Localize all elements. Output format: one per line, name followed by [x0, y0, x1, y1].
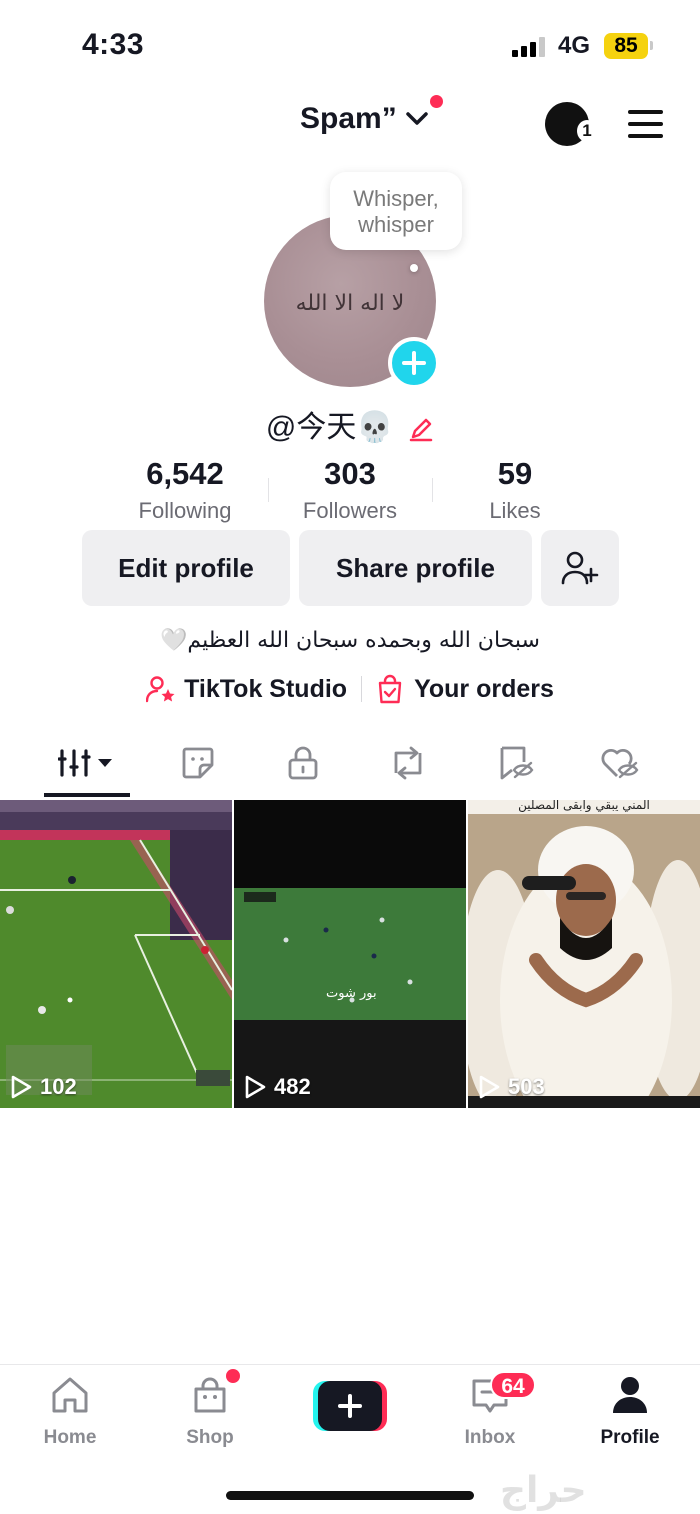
view-count: 503 — [478, 1074, 545, 1100]
tab-private[interactable] — [245, 730, 361, 796]
edit-pen-icon[interactable] — [408, 416, 434, 442]
account-name: Spam” — [300, 102, 397, 135]
home-icon — [52, 1377, 88, 1413]
football-game-thumbnail — [0, 800, 232, 1108]
nav-home-label: Home — [43, 1427, 97, 1448]
tab-favorites[interactable] — [458, 730, 574, 796]
tiktok-studio-link[interactable]: TikTok Studio — [184, 675, 347, 704]
lock-icon — [288, 746, 318, 780]
likes-label: Likes — [489, 498, 541, 523]
battery-tip — [650, 41, 653, 50]
nav-profile[interactable]: Profile — [570, 1375, 690, 1449]
profile-links: TikTok Studio Your orders — [0, 674, 700, 704]
following-label: Following — [138, 498, 232, 523]
play-icon — [245, 1075, 266, 1099]
notification-dot — [430, 95, 443, 108]
status-bar: 4:33 4G 85 — [0, 0, 700, 90]
tab-videos[interactable] — [30, 730, 146, 796]
orders-bag-icon — [378, 674, 402, 704]
stat-likes[interactable]: 59 Likes — [430, 456, 600, 524]
play-icon — [11, 1075, 32, 1099]
shop-notification-dot — [226, 1369, 240, 1383]
divider — [361, 676, 363, 702]
heart-hidden-icon — [601, 748, 639, 779]
following-count: 6,542 — [146, 456, 224, 491]
signal-icon — [512, 37, 548, 57]
add-friends-button[interactable] — [541, 530, 619, 606]
bookmark-hidden-icon — [500, 746, 534, 780]
account-count-badge: 1 — [577, 120, 597, 142]
view-count-text: 102 — [40, 1074, 77, 1099]
content-tabs — [0, 730, 700, 798]
imam-prayer-thumbnail — [468, 800, 700, 1108]
video-caption: المني يبقي وابقى المصلين — [518, 800, 650, 812]
shopping-bag-icon — [194, 1377, 226, 1413]
view-count-text: 503 — [508, 1074, 545, 1099]
tab-liked[interactable] — [562, 730, 678, 796]
nav-home[interactable]: Home — [10, 1375, 130, 1449]
tab-reposts[interactable] — [350, 730, 466, 796]
bubble-tail — [410, 264, 418, 272]
game-screen-thumbnail — [234, 800, 466, 1108]
video-thumbnail[interactable]: المني يبقي وابقى المصلين 503 — [468, 800, 700, 1108]
stat-following[interactable]: 6,542 Following — [100, 456, 270, 524]
followers-label: Followers — [302, 498, 398, 523]
profile-bio: سبحان الله وبحمده سبحان الله العظيم🤍 — [160, 628, 540, 653]
username-text: @今天💀 — [265, 411, 394, 444]
grid-filter-icon — [58, 749, 112, 777]
likes-count: 59 — [497, 456, 533, 491]
username[interactable]: @今天💀 — [0, 402, 700, 446]
share-profile-button[interactable]: Share profile — [299, 530, 532, 606]
followers-count: 303 — [324, 456, 376, 491]
note-bubble[interactable]: Whisper, whisper — [330, 172, 462, 250]
inbox-badge: 64 — [490, 1371, 536, 1399]
tab-stickers[interactable] — [140, 730, 256, 796]
plus-icon — [402, 351, 426, 375]
avatar-calligraphy: لا اله الا الله — [295, 291, 405, 316]
network-type: 4G — [558, 32, 591, 59]
battery-icon: 85 — [604, 33, 648, 59]
edit-profile-button[interactable]: Edit profile — [82, 530, 290, 606]
view-count-text: 482 — [274, 1074, 311, 1099]
add-avatar-button[interactable] — [388, 337, 440, 389]
nav-shop-label: Shop — [186, 1427, 234, 1448]
profile-icon — [613, 1377, 647, 1413]
chevron-down-icon — [405, 112, 428, 125]
studio-icon — [146, 676, 175, 703]
view-count: 102 — [10, 1074, 77, 1100]
active-tab-indicator — [44, 793, 130, 797]
bottom-navigation: Home Shop Inbox 64 Profile — [0, 1364, 700, 1514]
video-grid: 102 بور شوت 482 المني يبقي وابقى المصلين… — [0, 800, 700, 1108]
video-thumbnail[interactable]: 102 — [0, 800, 232, 1108]
play-icon — [479, 1075, 500, 1099]
video-thumbnail[interactable]: بور شوت 482 — [234, 800, 466, 1108]
sticker-icon — [182, 747, 214, 779]
status-time: 4:33 — [82, 28, 145, 61]
menu-icon[interactable] — [628, 110, 664, 138]
your-orders-link[interactable]: Your orders — [414, 675, 554, 704]
create-button[interactable] — [313, 1381, 387, 1431]
account-switcher[interactable]: Spam” — [300, 102, 429, 136]
nav-inbox-label: Inbox — [464, 1427, 516, 1448]
nav-profile-label: Profile — [600, 1427, 660, 1448]
home-indicator — [226, 1491, 474, 1500]
repost-icon — [394, 746, 422, 780]
stat-followers[interactable]: 303 Followers — [265, 456, 435, 524]
video-overlay-text: بور شوت — [326, 986, 377, 1001]
nav-shop[interactable]: Shop — [150, 1375, 270, 1449]
create-plus-icon — [313, 1381, 387, 1431]
add-user-icon — [561, 551, 599, 585]
watermark-logo: حراج — [500, 1470, 587, 1511]
view-count: 482 — [244, 1074, 311, 1100]
